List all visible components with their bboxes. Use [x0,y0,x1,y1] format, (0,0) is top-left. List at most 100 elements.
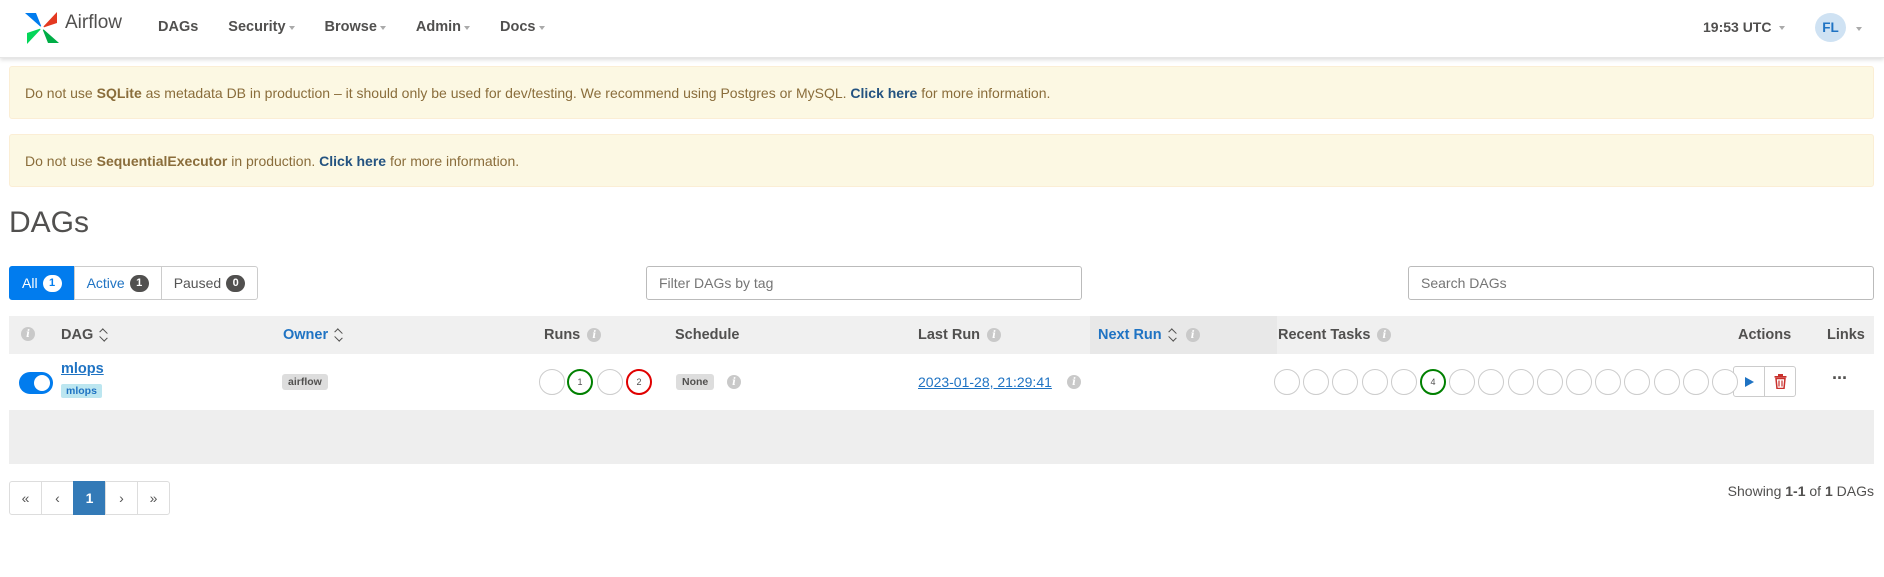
info-icon[interactable]: i [587,328,602,342]
dag-name-link[interactable]: mlops [61,361,104,377]
alert-bold: SQLite [96,84,142,101]
search-dags-input[interactable] [1408,266,1874,300]
task-state-circle[interactable] [1274,369,1300,395]
filter-label: Paused [173,275,222,291]
caret-down-icon [379,26,386,30]
alert-link[interactable]: Click here [319,153,386,169]
alert-text: in production. [231,152,316,169]
task-state-circle[interactable] [1712,369,1738,395]
info-icon[interactable]: i [987,328,1002,342]
alert-text: Do not use [25,152,93,169]
header-owner[interactable]: Owner [283,327,343,343]
alert-text: Do not use [25,84,93,101]
task-state-circle[interactable] [1361,369,1388,395]
menu-docs-label: Docs [500,19,536,35]
filter-active-button[interactable]: Active 1 [73,266,162,300]
page-title: DAGs [9,206,90,239]
header-next-run[interactable]: Next Run i [1098,327,1200,343]
task-state-circle[interactable] [1303,369,1330,395]
header-owner-label: Owner [283,327,329,343]
user-avatar[interactable]: FL [1815,13,1846,42]
task-state-circle[interactable] [1566,369,1592,395]
task-state-circle[interactable] [1332,369,1359,395]
trash-icon [1774,374,1786,389]
filter-count-badge: 1 [42,274,62,292]
caret-down-icon [1779,26,1786,30]
status-filter-group: All 1 Active 1 Paused 0 [9,266,259,300]
table-footer [9,410,1874,464]
sort-icon [1167,328,1177,342]
run-state-circle[interactable] [597,369,623,395]
alert-bold: SequentialExecutor [96,152,228,169]
header-recent-tasks-label: Recent Tasks [1278,327,1371,343]
menu-docs[interactable]: Docs [500,19,545,35]
alert-text: for more information. [921,84,1051,101]
menu-dags[interactable]: DAGs [158,19,198,35]
page-prev-button[interactable]: ‹ [41,481,74,515]
filter-all-button[interactable]: All 1 [9,266,75,300]
dag-pause-toggle[interactable] [19,372,53,394]
tag-filter-input[interactable] [646,266,1082,300]
task-state-circle[interactable] [1449,369,1476,395]
header-runs-label: Runs [544,327,581,343]
table-header: i DAG Owner Runs i Schedule Last Run i Nex… [9,316,1874,354]
page-last-button[interactable]: » [137,481,170,515]
menu-browse[interactable]: Browse [325,19,386,35]
filter-count-badge: 0 [226,274,246,292]
info-icon[interactable]: i [1185,328,1200,342]
showing-range: 1-1 [1785,483,1806,499]
showing-total: 1 [1824,483,1833,499]
info-icon[interactable]: i [1067,375,1081,389]
page-current-button[interactable]: 1 [73,481,106,515]
filter-count-badge: 1 [129,274,149,292]
task-state-circle[interactable]: 4 [1420,369,1446,395]
header-dag[interactable]: DAG [61,327,108,343]
showing-of: of [1805,483,1825,499]
run-state-circle[interactable]: 2 [626,369,652,395]
task-state-circle[interactable] [1390,369,1417,395]
timezone-dropdown[interactable]: 19:53 UTC [1703,19,1786,35]
header-next-run-label: Next Run [1098,327,1162,343]
dags-table: i DAG Owner Runs i Schedule Last Run i Nex… [9,316,1874,464]
filter-label: Active [86,275,125,291]
alert-text: as metadata DB in production – it should… [145,84,847,101]
task-state-circle[interactable] [1536,369,1563,395]
task-state-circle[interactable] [1653,369,1680,395]
info-icon[interactable]: i [21,327,35,341]
menu-security-label: Security [228,19,286,35]
alert-link[interactable]: Click here [850,85,917,101]
clock-time: 19:53 UTC [1703,19,1772,35]
header-actions-label: Actions [1738,327,1792,343]
brand-link[interactable]: Airflow [22,6,122,50]
run-state-circle[interactable] [539,369,565,395]
page-next-button[interactable]: › [105,481,138,515]
last-run-link[interactable]: 2023-01-28, 21:29:41 [918,374,1052,390]
showing-suffix: DAGs [1832,483,1874,499]
run-state-circle[interactable]: 1 [567,369,593,395]
play-icon [1745,376,1754,387]
task-state-circle[interactable] [1595,369,1622,395]
page-first-button[interactable]: « [9,481,42,515]
menu-admin[interactable]: Admin [416,19,471,35]
owner-badge[interactable]: airflow [282,374,328,390]
dag-tag[interactable]: mlops [61,384,102,398]
schedule-badge: None [676,374,715,390]
alert-sqlite-warning: Do not use SQLite as metadata DB in prod… [9,66,1874,119]
pagination: « ‹ 1 › » [9,481,170,515]
filter-paused-button[interactable]: Paused 0 [160,266,259,300]
brand-name: Airflow [65,12,123,33]
caret-down-icon [538,26,545,30]
task-state-circle[interactable] [1624,369,1651,395]
showing-count: Showing 1-1 of 1 DAGs [1728,483,1874,499]
task-state-circle[interactable] [1507,369,1534,395]
showing-prefix: Showing [1727,483,1786,499]
menu-security[interactable]: Security [228,19,295,35]
delete-dag-button[interactable] [1764,366,1796,397]
info-icon[interactable]: i [1377,328,1392,342]
task-state-circle[interactable] [1682,369,1709,395]
info-icon[interactable]: i [727,375,741,389]
more-links-icon[interactable]: ··· [1832,368,1848,389]
navbar: Airflow DAGs Security Browse Admin Docs … [0,0,1884,58]
task-state-circle[interactable] [1478,369,1505,395]
header-schedule: Schedule [675,327,739,343]
